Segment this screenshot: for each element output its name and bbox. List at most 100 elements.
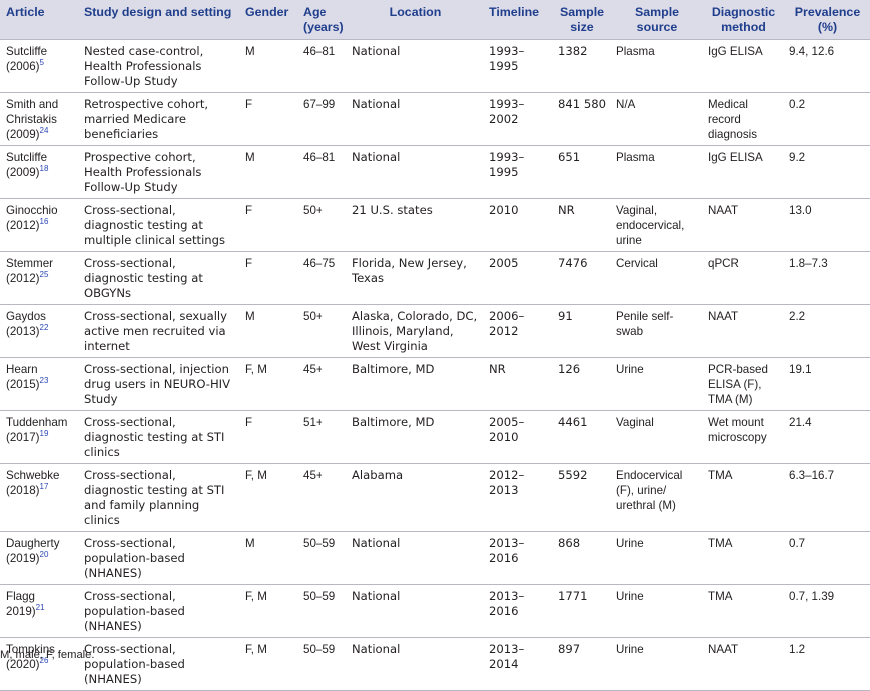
location-cell: Florida, New Jersey, Texas: [346, 251, 483, 305]
diagnostic-cell: Wet mount microscopy: [702, 410, 783, 464]
reference-link[interactable]: 5: [40, 58, 44, 67]
reference-link[interactable]: 24: [40, 126, 49, 135]
article-author: Flagg: [6, 590, 36, 603]
design-cell: Cross-sectional, diagnostic testing at m…: [78, 198, 239, 252]
location-cell: National: [346, 145, 483, 199]
age-cell: 45+: [297, 357, 346, 411]
sample-source-cell: Urine: [610, 637, 702, 691]
article-author: Daugherty: [6, 537, 60, 550]
diagnostic-cell: NAAT: [702, 637, 783, 691]
location-cell: Alabama: [346, 463, 483, 532]
age-cell: 67–99: [297, 92, 346, 146]
sample-size-cell: 7476: [552, 251, 610, 305]
reference-link[interactable]: 20: [40, 550, 49, 559]
sample-source-cell: Vaginal, endocervical, urine: [610, 198, 702, 252]
article-author: Gaydos: [6, 310, 46, 323]
sample-source-cell: Endocervical (F), urine/ urethral (M): [610, 463, 702, 532]
sample-source-cell: Plasma: [610, 145, 702, 199]
design-cell: Cross-sectional, population-based (NHANE…: [78, 637, 239, 691]
location-cell: Alaska, Colorado, DC, Illinois, Maryland…: [346, 304, 483, 358]
gender-cell: M: [239, 531, 297, 585]
diagnostic-cell: PCR-based ELISA (F), TMA (M): [702, 357, 783, 411]
reference-link[interactable]: 22: [40, 323, 49, 332]
header-timeline: Timeline: [489, 5, 540, 19]
design-cell: Cross-sectional, diagnostic testing at S…: [78, 463, 239, 532]
prevalence-cell: 13.0: [783, 198, 870, 252]
design-cell: Cross-sectional, diagnostic testing at O…: [78, 251, 239, 305]
article-cell: Daugherty (2019)20: [0, 531, 78, 585]
location-cell: National: [346, 92, 483, 146]
header-article: Article: [6, 5, 45, 19]
prevalence-cell: 0.2: [783, 92, 870, 146]
diagnostic-cell: NAAT: [702, 198, 783, 252]
timeline-cell: 2013–2016: [483, 531, 552, 585]
article-cell: Tompkins (2020)26: [0, 637, 78, 691]
timeline-cell: 2013–2014: [483, 637, 552, 691]
table-row: Sutcliffe (2009)18 Prospective cohort, Hea…: [0, 145, 870, 199]
table-row: Smith and Christakis (2009)24 Retrospectiv…: [0, 92, 870, 146]
location-cell: National: [346, 39, 483, 93]
age-cell: 45+: [297, 463, 346, 532]
timeline-cell: 1993–1995: [483, 39, 552, 93]
article-cell: Sutcliffe (2009)18: [0, 145, 78, 199]
prevalence-cell: 6.3–16.7: [783, 463, 870, 532]
location-cell: National: [346, 637, 483, 691]
prevalence-cell: 0.7, 1.39: [783, 584, 870, 638]
gender-cell: M: [239, 39, 297, 93]
age-cell: 50–59: [297, 531, 346, 585]
reference-link[interactable]: 18: [40, 164, 49, 173]
sample-size-cell: 1771: [552, 584, 610, 638]
header-design: Study design and setting: [84, 5, 232, 19]
design-cell: Prospective cohort, Health Professionals…: [78, 145, 239, 199]
table-row: Tuddenham (2017)19 Cross-sectional, diagno…: [0, 410, 870, 464]
timeline-cell: 1993–2002: [483, 92, 552, 146]
header-diagnostic: Diagnostic method: [711, 5, 776, 34]
gender-cell: F, M: [239, 463, 297, 532]
diagnostic-cell: TMA: [702, 463, 783, 532]
reference-link[interactable]: 19: [40, 429, 49, 438]
design-cell: Cross-sectional, population-based (NHANE…: [78, 531, 239, 585]
article-author: Stemmer: [6, 257, 54, 270]
age-cell: 50–59: [297, 637, 346, 691]
age-cell: 46–81: [297, 145, 346, 199]
prevalence-cell: 2.2: [783, 304, 870, 358]
sample-size-cell: 91: [552, 304, 610, 358]
diagnostic-cell: qPCR: [702, 251, 783, 305]
reference-link[interactable]: 25: [40, 270, 49, 279]
article-year: (2009): [6, 128, 40, 141]
article-year: (2012): [6, 219, 40, 232]
article-cell: Schwebke (2018)17: [0, 463, 78, 532]
article-year: (2015): [6, 378, 40, 391]
reference-link[interactable]: 17: [40, 482, 49, 491]
timeline-cell: 2005: [483, 251, 552, 305]
article-cell: Hearn (2015)23: [0, 357, 78, 411]
location-cell: 21 U.S. states: [346, 198, 483, 252]
diagnostic-cell: IgG ELISA: [702, 39, 783, 93]
table-row: Gaydos (2013)22 Cross-sectional, sexually …: [0, 304, 870, 358]
article-year: (2017): [6, 431, 40, 444]
reference-link[interactable]: 16: [40, 217, 49, 226]
gender-cell: F, M: [239, 357, 297, 411]
article-author: Sutcliffe: [6, 151, 48, 164]
header-row: Article Study design and setting Gender …: [0, 0, 870, 40]
sample-size-cell: 841 580: [552, 92, 610, 146]
reference-link[interactable]: 23: [40, 376, 49, 385]
sample-source-cell: Vaginal: [610, 410, 702, 464]
reference-link[interactable]: 21: [36, 603, 45, 612]
gender-cell: F: [239, 410, 297, 464]
design-cell: Retrospective cohort, married Medicare b…: [78, 92, 239, 146]
article-author: Ginocchio: [6, 204, 58, 217]
article-author: Smith and Christakis: [6, 98, 59, 126]
design-cell: Nested case-control, Health Professional…: [78, 39, 239, 93]
location-cell: National: [346, 531, 483, 585]
article-year: (2012): [6, 272, 40, 285]
header-sample-size: Sample size: [559, 5, 605, 34]
gender-cell: M: [239, 145, 297, 199]
prevalence-cell: 0.7: [783, 531, 870, 585]
timeline-cell: 2010: [483, 198, 552, 252]
gender-cell: F: [239, 92, 297, 146]
age-cell: 50–59: [297, 584, 346, 638]
sample-size-cell: 651: [552, 145, 610, 199]
article-cell: Flagg 2019)21: [0, 584, 78, 638]
table-row: Stemmer (2012)25 Cross-sectional, diagnost…: [0, 251, 870, 305]
